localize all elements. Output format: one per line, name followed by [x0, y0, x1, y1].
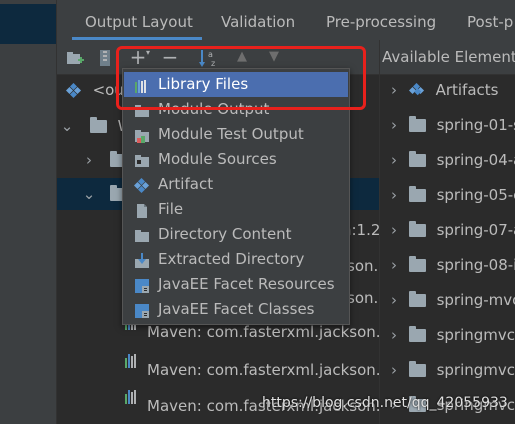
menu-item-module-sources[interactable]: Module Sources [124, 147, 348, 172]
watermark-text: https://blog.csdn.net/qq_42055933 [262, 395, 508, 411]
available-item-module[interactable]: › spring-mvc [380, 283, 515, 318]
available-item-label: spring-04-a [436, 151, 515, 169]
chevron-right-icon[interactable]: › [384, 213, 404, 248]
library-icon [125, 354, 141, 368]
chevron-right-icon[interactable]: › [81, 144, 97, 176]
tree-label: son.co [347, 257, 379, 275]
available-item-label: springmvc-0 [436, 326, 515, 344]
chevron-down-icon[interactable]: ⌄ [81, 178, 97, 210]
menu-item-artifact[interactable]: Artifact [124, 172, 348, 197]
menu-item-label: JavaEE Facet Resources [158, 275, 335, 293]
module-folder-icon [408, 291, 426, 307]
tab-post-processing[interactable]: Post-p [467, 0, 513, 40]
new-folder-icon[interactable] [65, 40, 85, 74]
tab-bar: Output Layout Validation Pre-processing … [57, 0, 515, 40]
menu-item-extracted-directory[interactable]: Extracted Directory [124, 247, 348, 272]
artifact-icon [133, 177, 150, 194]
available-item-module[interactable]: › spring-05-c [380, 178, 515, 213]
module-folder-icon [408, 116, 426, 132]
available-item-label: Artifacts [435, 81, 499, 99]
chevron-down-icon[interactable]: ⌄ [59, 110, 75, 142]
available-item-module[interactable]: › spring-01-se [380, 108, 515, 143]
annotation-highlight-box [116, 46, 366, 110]
chevron-right-icon[interactable]: › [384, 143, 404, 178]
available-item-module[interactable]: › spring-08-in [380, 248, 515, 283]
menu-item-directory-content[interactable]: Directory Content [124, 222, 348, 247]
file-icon [134, 202, 150, 218]
menu-item-label: Module Sources [158, 150, 277, 168]
folder-icon [89, 117, 107, 133]
module-folder-icon [408, 326, 426, 342]
tab-pre-processing[interactable]: Pre-processing [326, 0, 436, 40]
chevron-right-icon[interactable]: › [384, 73, 404, 108]
module-folder-icon [408, 361, 426, 377]
left-sidebar [0, 0, 56, 424]
chevron-right-icon[interactable]: › [384, 318, 404, 353]
available-item-label: spring-mvc [436, 291, 515, 309]
tab-output-layout[interactable]: Output Layout [85, 0, 193, 40]
tab-validation[interactable]: Validation [221, 0, 295, 40]
extract-icon [134, 252, 150, 268]
menu-item-javaee-facet-classes[interactable]: JavaEE Facet Classes [124, 297, 348, 322]
sidebar-selected-item[interactable] [0, 4, 56, 44]
test-folder-icon [134, 127, 150, 143]
tree-row-library[interactable]: Maven: com.fasterxml.jackson.co [57, 354, 379, 386]
available-item-label: spring-01-se [436, 116, 515, 134]
module-folder-icon [408, 186, 426, 202]
menu-item-file[interactable]: File [124, 197, 348, 222]
tree-label: son.co [347, 289, 379, 307]
facet-icon [134, 302, 150, 318]
module-folder-icon [408, 221, 426, 237]
chevron-right-icon[interactable]: › [384, 248, 404, 283]
available-item-label: springmvc-0 [436, 361, 515, 379]
available-item-module[interactable]: › springmvc-0 [380, 353, 515, 388]
chevron-right-icon[interactable]: › [384, 178, 404, 213]
folder-icon [134, 227, 150, 243]
available-item-module[interactable]: › spring-07-a [380, 213, 515, 248]
menu-item-label: File [158, 200, 184, 218]
menu-item-label: JavaEE Facet Classes [158, 300, 315, 318]
artifact-icon [65, 82, 81, 98]
chevron-right-icon[interactable]: › [384, 108, 404, 143]
menu-item-javaee-facet-resources[interactable]: JavaEE Facet Resources [124, 272, 348, 297]
available-elements-title: Available Elements [382, 48, 515, 66]
available-item-label: spring-05-c [436, 186, 515, 204]
menu-item-label: Artifact [158, 175, 214, 193]
available-item-artifacts[interactable]: › Artifacts [380, 73, 515, 108]
library-icon [125, 390, 141, 404]
source-folder-icon [134, 152, 150, 168]
module-folder-icon [408, 151, 426, 167]
module-folder-icon [408, 256, 426, 272]
artifact-icon [408, 82, 424, 95]
chevron-right-icon[interactable]: › [384, 283, 404, 318]
available-item-module[interactable]: › spring-04-a [380, 143, 515, 178]
chevron-right-icon[interactable]: › [384, 353, 404, 388]
available-item-label: spring-08-in [436, 256, 515, 274]
menu-item-label: Directory Content [158, 225, 292, 243]
facet-icon [134, 277, 150, 293]
menu-item-module-test-output[interactable]: Module Test Output [124, 122, 348, 147]
available-item-module[interactable]: › springmvc-0 [380, 318, 515, 353]
menu-item-label: Module Test Output [158, 125, 304, 143]
archive-icon[interactable] [95, 40, 115, 74]
available-item-label: spring-07-a [436, 221, 515, 239]
tree-label: Maven: com.fasterxml.jackson.co [147, 361, 379, 379]
menu-item-label: Extracted Directory [158, 250, 305, 268]
